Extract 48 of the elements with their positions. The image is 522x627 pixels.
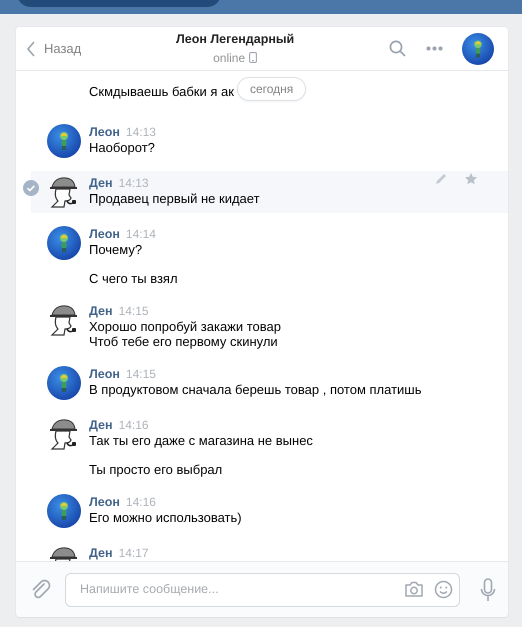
message-text: Почему? <box>89 242 144 257</box>
attach-icon[interactable] <box>31 578 51 600</box>
message-text: Наоборот? <box>89 140 156 155</box>
online-status: online <box>213 50 246 67</box>
avatar <box>47 366 81 400</box>
author-name[interactable]: Ден <box>89 418 113 432</box>
avatar <box>47 494 81 528</box>
avatar[interactable] <box>462 32 494 64</box>
camera-icon[interactable] <box>404 581 424 598</box>
back-link[interactable]: Назад <box>26 38 82 58</box>
edit-icon[interactable] <box>434 172 448 186</box>
message-time: 14:16 <box>126 495 156 509</box>
message-text: С чего ты взял <box>89 271 178 286</box>
author-name[interactable]: Ден <box>89 176 113 190</box>
message-time: 14:13 <box>126 125 156 139</box>
star-icon[interactable] <box>464 172 478 186</box>
microphone-icon[interactable] <box>480 578 496 602</box>
back-icon <box>26 40 36 56</box>
author-name[interactable]: Ден <box>89 304 113 318</box>
chat-title: Леон Легендарный <box>176 31 294 48</box>
message-text: В продуктовом сначала берешь товар , потом платишь <box>89 382 422 397</box>
author-name[interactable]: Леон <box>89 495 120 509</box>
message-text: Скмдываешь бабки я ак <box>89 84 234 99</box>
author-name[interactable]: Леон <box>89 125 120 139</box>
date-pill: сегодня <box>236 77 306 101</box>
avatar <box>47 226 81 260</box>
message-time: 14:17 <box>118 546 149 560</box>
more-icon[interactable] <box>426 46 442 51</box>
phone-icon <box>249 52 258 64</box>
message-text: Так ты его даже с магазина не вынес <box>89 433 313 448</box>
message-time: 14:13 <box>118 176 149 190</box>
message-field[interactable]: Напишите сообщение... <box>65 572 460 606</box>
author-name[interactable]: Леон <box>89 227 120 241</box>
author-name[interactable]: Ден <box>89 546 113 560</box>
avatar <box>47 124 81 158</box>
author-name[interactable]: Леон <box>89 367 120 381</box>
emoji-icon[interactable] <box>434 580 452 599</box>
message-time: 14:16 <box>118 418 149 432</box>
message-text: Чтоб тебе его первому скинули <box>89 334 279 349</box>
message-text: Ты просто его выбрал <box>89 462 224 477</box>
search-icon[interactable] <box>389 40 406 57</box>
message-text: Его можно использовать) <box>89 510 242 525</box>
check-icon[interactable] <box>23 180 39 196</box>
message-text: Продавец первый не кидает <box>89 191 260 206</box>
message-text: Хорошо попробуй закажи товар <box>89 319 282 334</box>
message-time: 14:15 <box>118 304 149 318</box>
message-time: 14:15 <box>126 367 156 381</box>
message-time: 14:14 <box>126 227 156 241</box>
